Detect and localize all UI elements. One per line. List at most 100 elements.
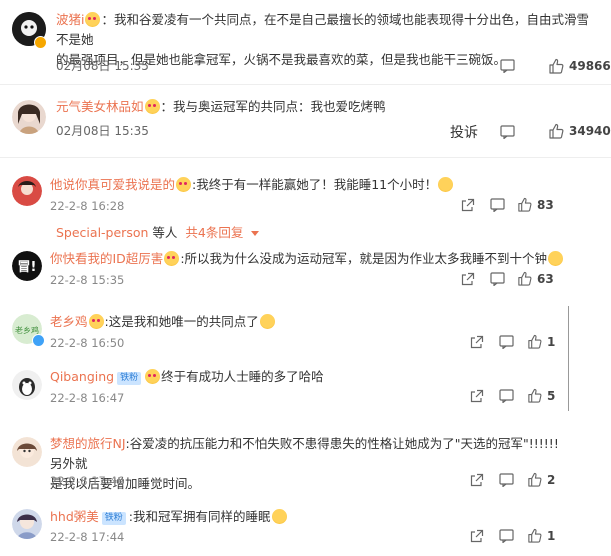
thumbs-up-icon [528,528,542,543]
comment-icon [499,473,514,487]
reply-summary-count[interactable]: 共4条回复 [185,225,243,240]
like-button[interactable]: 2 [527,472,555,487]
reply-username[interactable]: Qibanging [50,369,114,384]
avatar[interactable] [12,437,42,467]
reply-text: 他说你真可爱我说是的:我终于有一样能赢她了！我能睡11个小时！ [50,175,454,195]
svg-text:冒!: 冒! [18,260,37,275]
like-button[interactable]: 34940 [548,123,611,139]
reply-username[interactable]: 你快看我的ID超厉害 [50,251,163,266]
like-count: 63 [537,271,554,286]
avatar[interactable] [12,509,42,539]
thumbs-up-icon [528,388,542,403]
heart-eyes-emoji-icon [85,12,101,27]
thumbs-up-icon [518,197,532,212]
like-count: 83 [537,197,554,212]
like-button[interactable]: 83 [517,197,554,212]
reply-text: 你快看我的ID超厉害:所以我为什么没成为运动冠军，就是因为作业太多我睡不到十个钟 [50,249,564,269]
like-count: 1 [547,334,556,349]
avatar[interactable] [12,176,42,206]
reply-username[interactable]: 他说你真可爱我说是的 [50,177,175,192]
reply-time: 22-2-8 15:35 [50,273,125,287]
smile-emoji-icon [259,314,275,329]
view-replies-link[interactable]: Special-person 等人 共4条回复 [56,222,260,241]
like-button[interactable]: 5 [527,388,555,403]
reply-summary-suffix: 等人 [152,225,178,240]
reply-username[interactable]: 老乡鸡 [50,314,88,329]
avatar[interactable] [12,370,42,400]
reply-username[interactable]: 梦想的旅行NJ [50,436,126,451]
thumbs-up-icon [549,123,564,139]
verified-badge-icon [34,36,47,49]
reply-time: 22-2-8 16:28 [50,199,125,213]
comment-icon [490,272,505,286]
like-button[interactable]: 1 [527,334,555,349]
heart-eyes-emoji-icon [88,314,104,329]
comment-time: 02月08日 15:35 [56,59,149,73]
avatar[interactable] [12,100,46,134]
like-count: 1 [547,528,556,543]
comment-icon [490,198,505,212]
divider [0,157,611,158]
heart-eyes-emoji-icon [144,99,160,114]
avatar[interactable]: 冒! [12,251,42,281]
report-button[interactable]: 投诉 [450,122,478,142]
sleepy-emoji-icon [271,509,287,524]
fan-level-badge: 铁粉 [101,512,126,525]
reply-button[interactable] [499,335,514,349]
share-icon [461,272,475,286]
heart-eyes-emoji-icon [145,369,161,384]
thumbs-up-icon [528,472,542,487]
chevron-down-icon [251,231,260,236]
share-button[interactable] [470,335,484,349]
reply-button[interactable] [490,272,505,286]
fan-level-badge: 铁粉 [117,372,142,385]
thumbs-up-icon [518,271,532,286]
thumbs-up-icon [549,58,564,74]
share-button[interactable] [461,198,475,212]
reply-text: Qibanging 铁粉 终于有成功人士睡的多了哈哈 [50,369,324,385]
share-icon [470,335,484,349]
reply-button[interactable] [500,59,515,73]
share-button[interactable] [461,272,475,286]
reply-text: hhd粥美 铁粉:我和冠军拥有同样的睡眠 [50,507,288,527]
comment-username[interactable]: 元气美女林品如 [56,99,144,114]
reply-username[interactable]: hhd粥美 [50,509,99,524]
reply-button[interactable] [499,529,514,543]
reply-button[interactable] [499,473,514,487]
heart-eyes-emoji-icon [164,251,180,266]
share-button[interactable] [470,473,484,487]
comment-icon [500,59,515,73]
share-button[interactable] [470,529,484,543]
reply-time: 22-2-8 17:46 [50,474,125,488]
comment-icon [499,335,514,349]
comment-username[interactable]: 波猪i [56,12,84,27]
reply-button[interactable] [500,125,515,139]
comment-icon [500,125,515,139]
thumbs-up-icon [528,334,542,349]
reply-button[interactable] [490,198,505,212]
like-button[interactable]: 49866 [548,58,611,74]
scrollbar[interactable] [568,306,569,411]
share-icon [461,198,475,212]
like-count: 34940 [569,124,611,138]
cat-emoji-icon [438,177,454,192]
heart-eyes-emoji-icon [176,177,192,192]
reply-button[interactable] [499,389,514,403]
reply-time: 22-2-8 16:50 [50,336,125,350]
like-button[interactable]: 1 [527,528,555,543]
like-button[interactable]: 63 [517,271,554,286]
comment-text: 元气美女林品如 ：我与奥运冠军的共同点：我也爱吃烤鸭 [56,99,386,114]
like-count: 49866 [569,59,611,73]
like-count: 5 [547,388,556,403]
cat-emoji-icon [548,251,564,266]
reply-summary-name[interactable]: Special-person [56,225,148,240]
like-count: 2 [547,472,556,487]
reply-text: 老乡鸡:这是我和她唯一的共同点了 [50,312,276,332]
comment-icon [499,529,514,543]
share-icon [470,529,484,543]
reply-time: 22-2-8 16:47 [50,391,125,405]
verified-badge-icon [32,334,45,347]
share-button[interactable] [470,389,484,403]
comment-icon [499,389,514,403]
share-icon [470,389,484,403]
